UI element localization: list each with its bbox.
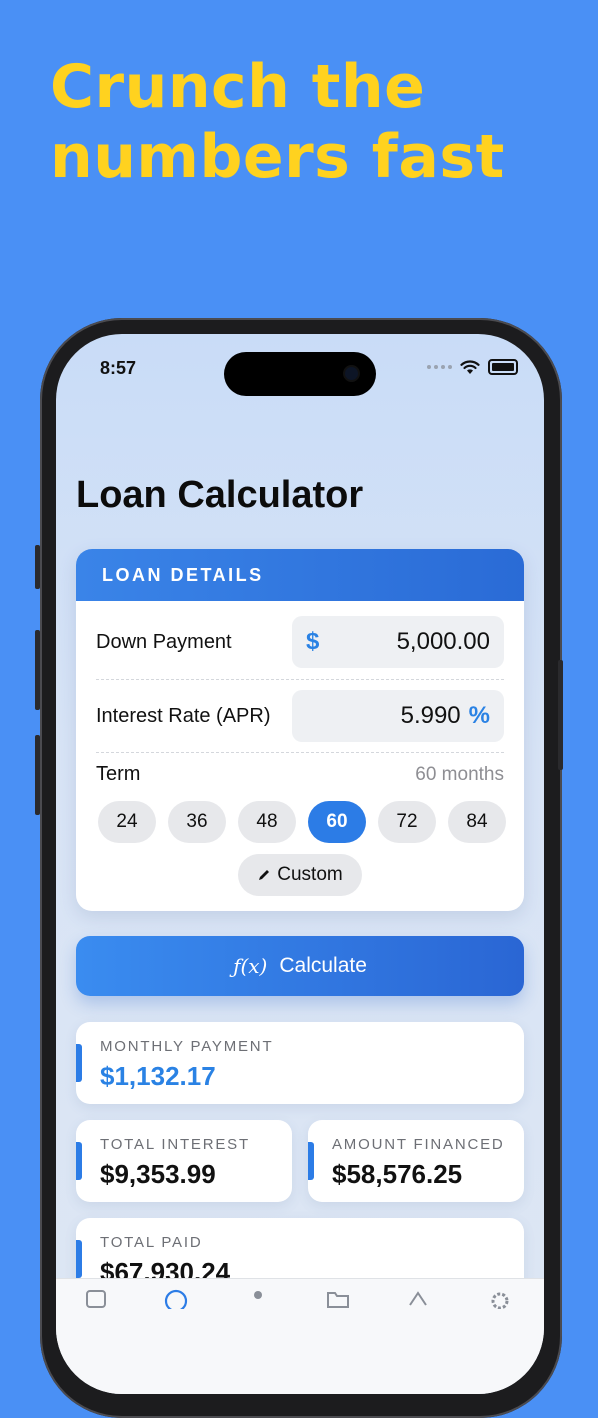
down-payment-label: Down Payment (96, 630, 232, 653)
interest-rate-label: Interest Rate (APR) (96, 704, 271, 727)
phone-screen: 8:57 Loan Calculator LOAN DETAILS Down P… (56, 334, 544, 1394)
total-interest-card: TOTAL INTEREST $9,353.99 (76, 1120, 292, 1202)
camera-icon (345, 367, 358, 380)
volume-up-button (35, 630, 40, 710)
gear-icon[interactable] (488, 1289, 512, 1309)
custom-term-label: Custom (277, 864, 343, 885)
interest-rate-row: Interest Rate (APR) 5.990 % (96, 690, 504, 742)
pencil-icon (259, 870, 270, 880)
action-button (35, 545, 40, 589)
loan-details-header: LOAN DETAILS (76, 549, 524, 601)
folder-icon[interactable] (326, 1289, 350, 1309)
amount-financed-value: $58,576.25 (332, 1159, 463, 1189)
tools-icon[interactable] (406, 1289, 430, 1309)
wifi-icon (460, 359, 480, 374)
term-option-24[interactable]: 24 (98, 801, 156, 843)
monthly-payment-value: $1,132.17 (100, 1061, 216, 1091)
term-row: Term 60 months (96, 763, 504, 786)
term-label: Term (96, 763, 141, 785)
tab-bar (56, 1278, 544, 1394)
person-icon[interactable] (246, 1289, 270, 1309)
status-icons (427, 359, 518, 375)
headline-line-2: numbers fast (50, 122, 505, 192)
divider (96, 752, 504, 753)
down-payment-value: 5,000.00 (396, 628, 490, 655)
interest-rate-value: 5.990 (400, 702, 461, 729)
clock-icon[interactable] (164, 1289, 188, 1309)
monthly-payment-label: MONTHLY PAYMENT (100, 1038, 274, 1055)
dollar-icon: $ (306, 628, 320, 655)
calculator-icon[interactable] (84, 1289, 108, 1309)
term-option-72[interactable]: 72 (378, 801, 436, 843)
status-time: 8:57 (100, 358, 137, 378)
term-option-60[interactable]: 60 (308, 801, 366, 843)
volume-down-button (35, 735, 40, 815)
down-payment-row: Down Payment $ 5,000.00 (96, 616, 504, 668)
page-title: Loan Calculator (76, 474, 364, 516)
term-option-84[interactable]: 84 (448, 801, 506, 843)
total-interest-label: TOTAL INTEREST (100, 1136, 250, 1153)
interest-rate-input[interactable]: 5.990 % (292, 690, 504, 742)
power-button (558, 660, 563, 770)
term-selected-text: 60 months (415, 763, 504, 785)
calculate-label: Calculate (279, 954, 367, 977)
custom-term-button[interactable]: Custom (238, 854, 362, 896)
monthly-payment-card: MONTHLY PAYMENT $1,132.17 (76, 1022, 524, 1104)
loan-details-card: LOAN DETAILS Down Payment $ 5,000.00 Int… (76, 549, 524, 911)
battery-icon (488, 359, 518, 375)
cellular-signal-icon (427, 365, 452, 369)
dynamic-island (224, 352, 376, 396)
promo-headline: Crunch the numbers fast (50, 52, 505, 192)
total-interest-value: $9,353.99 (100, 1159, 216, 1189)
term-option-48[interactable]: 48 (238, 801, 296, 843)
term-option-36[interactable]: 36 (168, 801, 226, 843)
calculate-button[interactable]: ƒ(x) Calculate (76, 936, 524, 996)
headline-line-1: Crunch the (50, 52, 426, 122)
function-icon: ƒ(x) (233, 954, 268, 978)
divider (96, 679, 504, 680)
term-options: 24 36 48 60 72 84 (98, 801, 506, 843)
percent-icon: % (468, 702, 490, 729)
amount-financed-label: AMOUNT FINANCED (332, 1136, 505, 1153)
amount-financed-card: AMOUNT FINANCED $58,576.25 (308, 1120, 524, 1202)
down-payment-input[interactable]: $ 5,000.00 (292, 616, 504, 668)
total-paid-label: TOTAL PAID (100, 1234, 203, 1251)
